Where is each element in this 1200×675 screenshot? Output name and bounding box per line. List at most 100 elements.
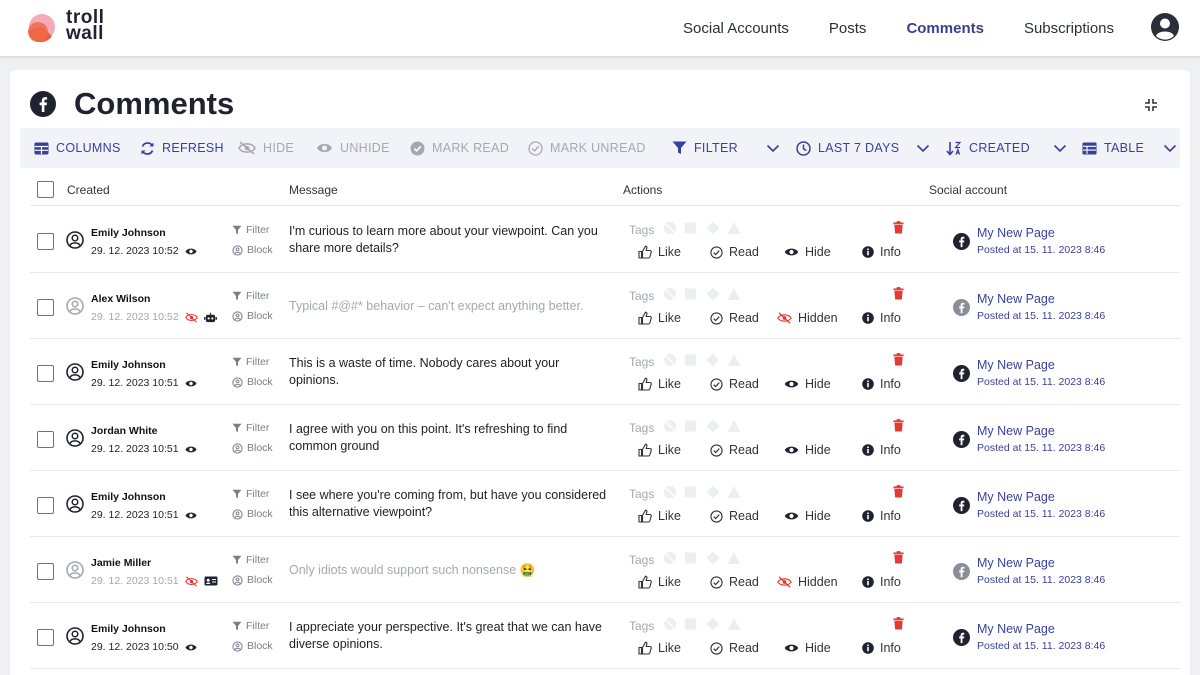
delete-icon[interactable] bbox=[893, 551, 904, 569]
filter-chevron-down-icon[interactable] bbox=[766, 141, 780, 155]
hide-button[interactable]: Hide bbox=[784, 509, 831, 523]
read-button[interactable]: Read bbox=[710, 245, 759, 259]
nav-subscriptions[interactable]: Subscriptions bbox=[1024, 20, 1114, 37]
row-checkbox[interactable] bbox=[37, 431, 54, 448]
delete-icon[interactable] bbox=[893, 287, 904, 305]
like-button[interactable]: Like bbox=[638, 443, 681, 457]
filter-author-button[interactable]: Filter bbox=[232, 290, 269, 302]
mark-unread-button[interactable]: MARK UNREAD bbox=[528, 128, 646, 168]
tag-shapes-icon[interactable] bbox=[663, 485, 747, 502]
filter-button[interactable]: FILTER bbox=[672, 128, 738, 168]
social-account-link[interactable]: My New Page bbox=[977, 226, 1055, 240]
info-button[interactable]: Info bbox=[862, 245, 901, 259]
like-button[interactable]: Like bbox=[638, 641, 681, 655]
column-created[interactable]: Created bbox=[67, 183, 110, 197]
like-button[interactable]: Like bbox=[638, 509, 681, 523]
delete-icon[interactable] bbox=[893, 617, 904, 635]
row-checkbox[interactable] bbox=[37, 629, 54, 646]
sort-dropdown[interactable]: CREATED bbox=[946, 128, 1030, 168]
filter-author-button[interactable]: Filter bbox=[232, 488, 269, 500]
block-author-button[interactable]: Block bbox=[232, 442, 273, 454]
read-button[interactable]: Read bbox=[710, 443, 759, 457]
delete-icon[interactable] bbox=[893, 485, 904, 503]
block-author-button[interactable]: Block bbox=[232, 310, 273, 322]
author-name[interactable]: Alex Wilson bbox=[91, 293, 150, 305]
unhide-button[interactable]: UNHIDE bbox=[316, 128, 390, 168]
filter-author-button[interactable]: Filter bbox=[232, 422, 269, 434]
social-account-link[interactable]: My New Page bbox=[977, 358, 1055, 372]
hidden-button[interactable]: Hidden bbox=[777, 575, 838, 589]
period-dropdown[interactable]: LAST 7 DAYS bbox=[796, 128, 899, 168]
hide-button[interactable]: Hide bbox=[784, 443, 831, 457]
block-author-button[interactable]: Block bbox=[232, 376, 273, 388]
hide-button[interactable]: Hide bbox=[784, 641, 831, 655]
view-dropdown[interactable]: TABLE bbox=[1082, 128, 1144, 168]
sort-chevron-down-icon[interactable] bbox=[1053, 141, 1067, 155]
tag-shapes-icon[interactable] bbox=[663, 617, 747, 634]
column-message[interactable]: Message bbox=[289, 183, 338, 197]
view-chevron-down-icon[interactable] bbox=[1163, 141, 1177, 155]
tag-shapes-icon[interactable] bbox=[663, 287, 747, 304]
hidden-button[interactable]: Hidden bbox=[777, 311, 838, 325]
like-button[interactable]: Like bbox=[638, 245, 681, 259]
row-checkbox[interactable] bbox=[37, 497, 54, 514]
info-button[interactable]: Info bbox=[862, 509, 901, 523]
author-name[interactable]: Emily Johnson bbox=[91, 227, 166, 239]
select-all-checkbox[interactable] bbox=[37, 181, 54, 198]
like-button[interactable]: Like bbox=[638, 311, 681, 325]
author-name[interactable]: Emily Johnson bbox=[91, 491, 166, 503]
filter-author-button[interactable]: Filter bbox=[232, 620, 269, 632]
filter-author-button[interactable]: Filter bbox=[232, 356, 269, 368]
period-chevron-down-icon[interactable] bbox=[916, 141, 930, 155]
read-button[interactable]: Read bbox=[710, 575, 759, 589]
tag-shapes-icon[interactable] bbox=[663, 551, 747, 568]
block-author-button[interactable]: Block bbox=[232, 574, 273, 586]
nav-social-accounts[interactable]: Social Accounts bbox=[683, 20, 789, 37]
read-button[interactable]: Read bbox=[710, 509, 759, 523]
delete-icon[interactable] bbox=[893, 419, 904, 437]
filter-author-button[interactable]: Filter bbox=[232, 554, 269, 566]
info-button[interactable]: Info bbox=[862, 641, 901, 655]
user-account-icon[interactable] bbox=[1150, 12, 1180, 42]
social-account-link[interactable]: My New Page bbox=[977, 490, 1055, 504]
info-button[interactable]: Info bbox=[862, 443, 901, 457]
tag-shapes-icon[interactable] bbox=[663, 419, 747, 436]
trollwall-logo[interactable]: troll wall bbox=[24, 8, 114, 46]
nav-comments[interactable]: Comments bbox=[906, 20, 984, 37]
hide-button[interactable]: Hide bbox=[784, 377, 831, 391]
info-button[interactable]: Info bbox=[862, 575, 901, 589]
row-checkbox[interactable] bbox=[37, 233, 54, 250]
column-social-account[interactable]: Social account bbox=[929, 183, 1007, 197]
block-author-button[interactable]: Block bbox=[232, 640, 273, 652]
author-name[interactable]: Jordan White bbox=[91, 425, 158, 437]
read-button[interactable]: Read bbox=[710, 641, 759, 655]
row-checkbox[interactable] bbox=[37, 563, 54, 580]
block-author-button[interactable]: Block bbox=[232, 244, 273, 256]
social-account-link[interactable]: My New Page bbox=[977, 424, 1055, 438]
delete-icon[interactable] bbox=[893, 221, 904, 239]
collapse-icon[interactable] bbox=[1144, 98, 1158, 112]
tag-shapes-icon[interactable] bbox=[663, 353, 747, 370]
hide-button[interactable]: Hide bbox=[784, 245, 831, 259]
author-name[interactable]: Emily Johnson bbox=[91, 623, 166, 635]
block-author-button[interactable]: Block bbox=[232, 508, 273, 520]
info-button[interactable]: Info bbox=[862, 377, 901, 391]
like-button[interactable]: Like bbox=[638, 575, 681, 589]
read-button[interactable]: Read bbox=[710, 377, 759, 391]
columns-button[interactable]: COLUMNS bbox=[34, 128, 121, 168]
like-button[interactable]: Like bbox=[638, 377, 681, 391]
social-account-link[interactable]: My New Page bbox=[977, 556, 1055, 570]
author-name[interactable]: Emily Johnson bbox=[91, 359, 166, 371]
row-checkbox[interactable] bbox=[37, 299, 54, 316]
refresh-button[interactable]: REFRESH bbox=[140, 128, 224, 168]
social-account-link[interactable]: My New Page bbox=[977, 292, 1055, 306]
filter-author-button[interactable]: Filter bbox=[232, 224, 269, 236]
mark-read-button[interactable]: MARK READ bbox=[410, 128, 509, 168]
row-checkbox[interactable] bbox=[37, 365, 54, 382]
delete-icon[interactable] bbox=[893, 353, 904, 371]
nav-posts[interactable]: Posts bbox=[829, 20, 867, 37]
social-account-link[interactable]: My New Page bbox=[977, 622, 1055, 636]
info-button[interactable]: Info bbox=[862, 311, 901, 325]
tag-shapes-icon[interactable] bbox=[663, 221, 747, 238]
hide-button[interactable]: HIDE bbox=[238, 128, 294, 168]
